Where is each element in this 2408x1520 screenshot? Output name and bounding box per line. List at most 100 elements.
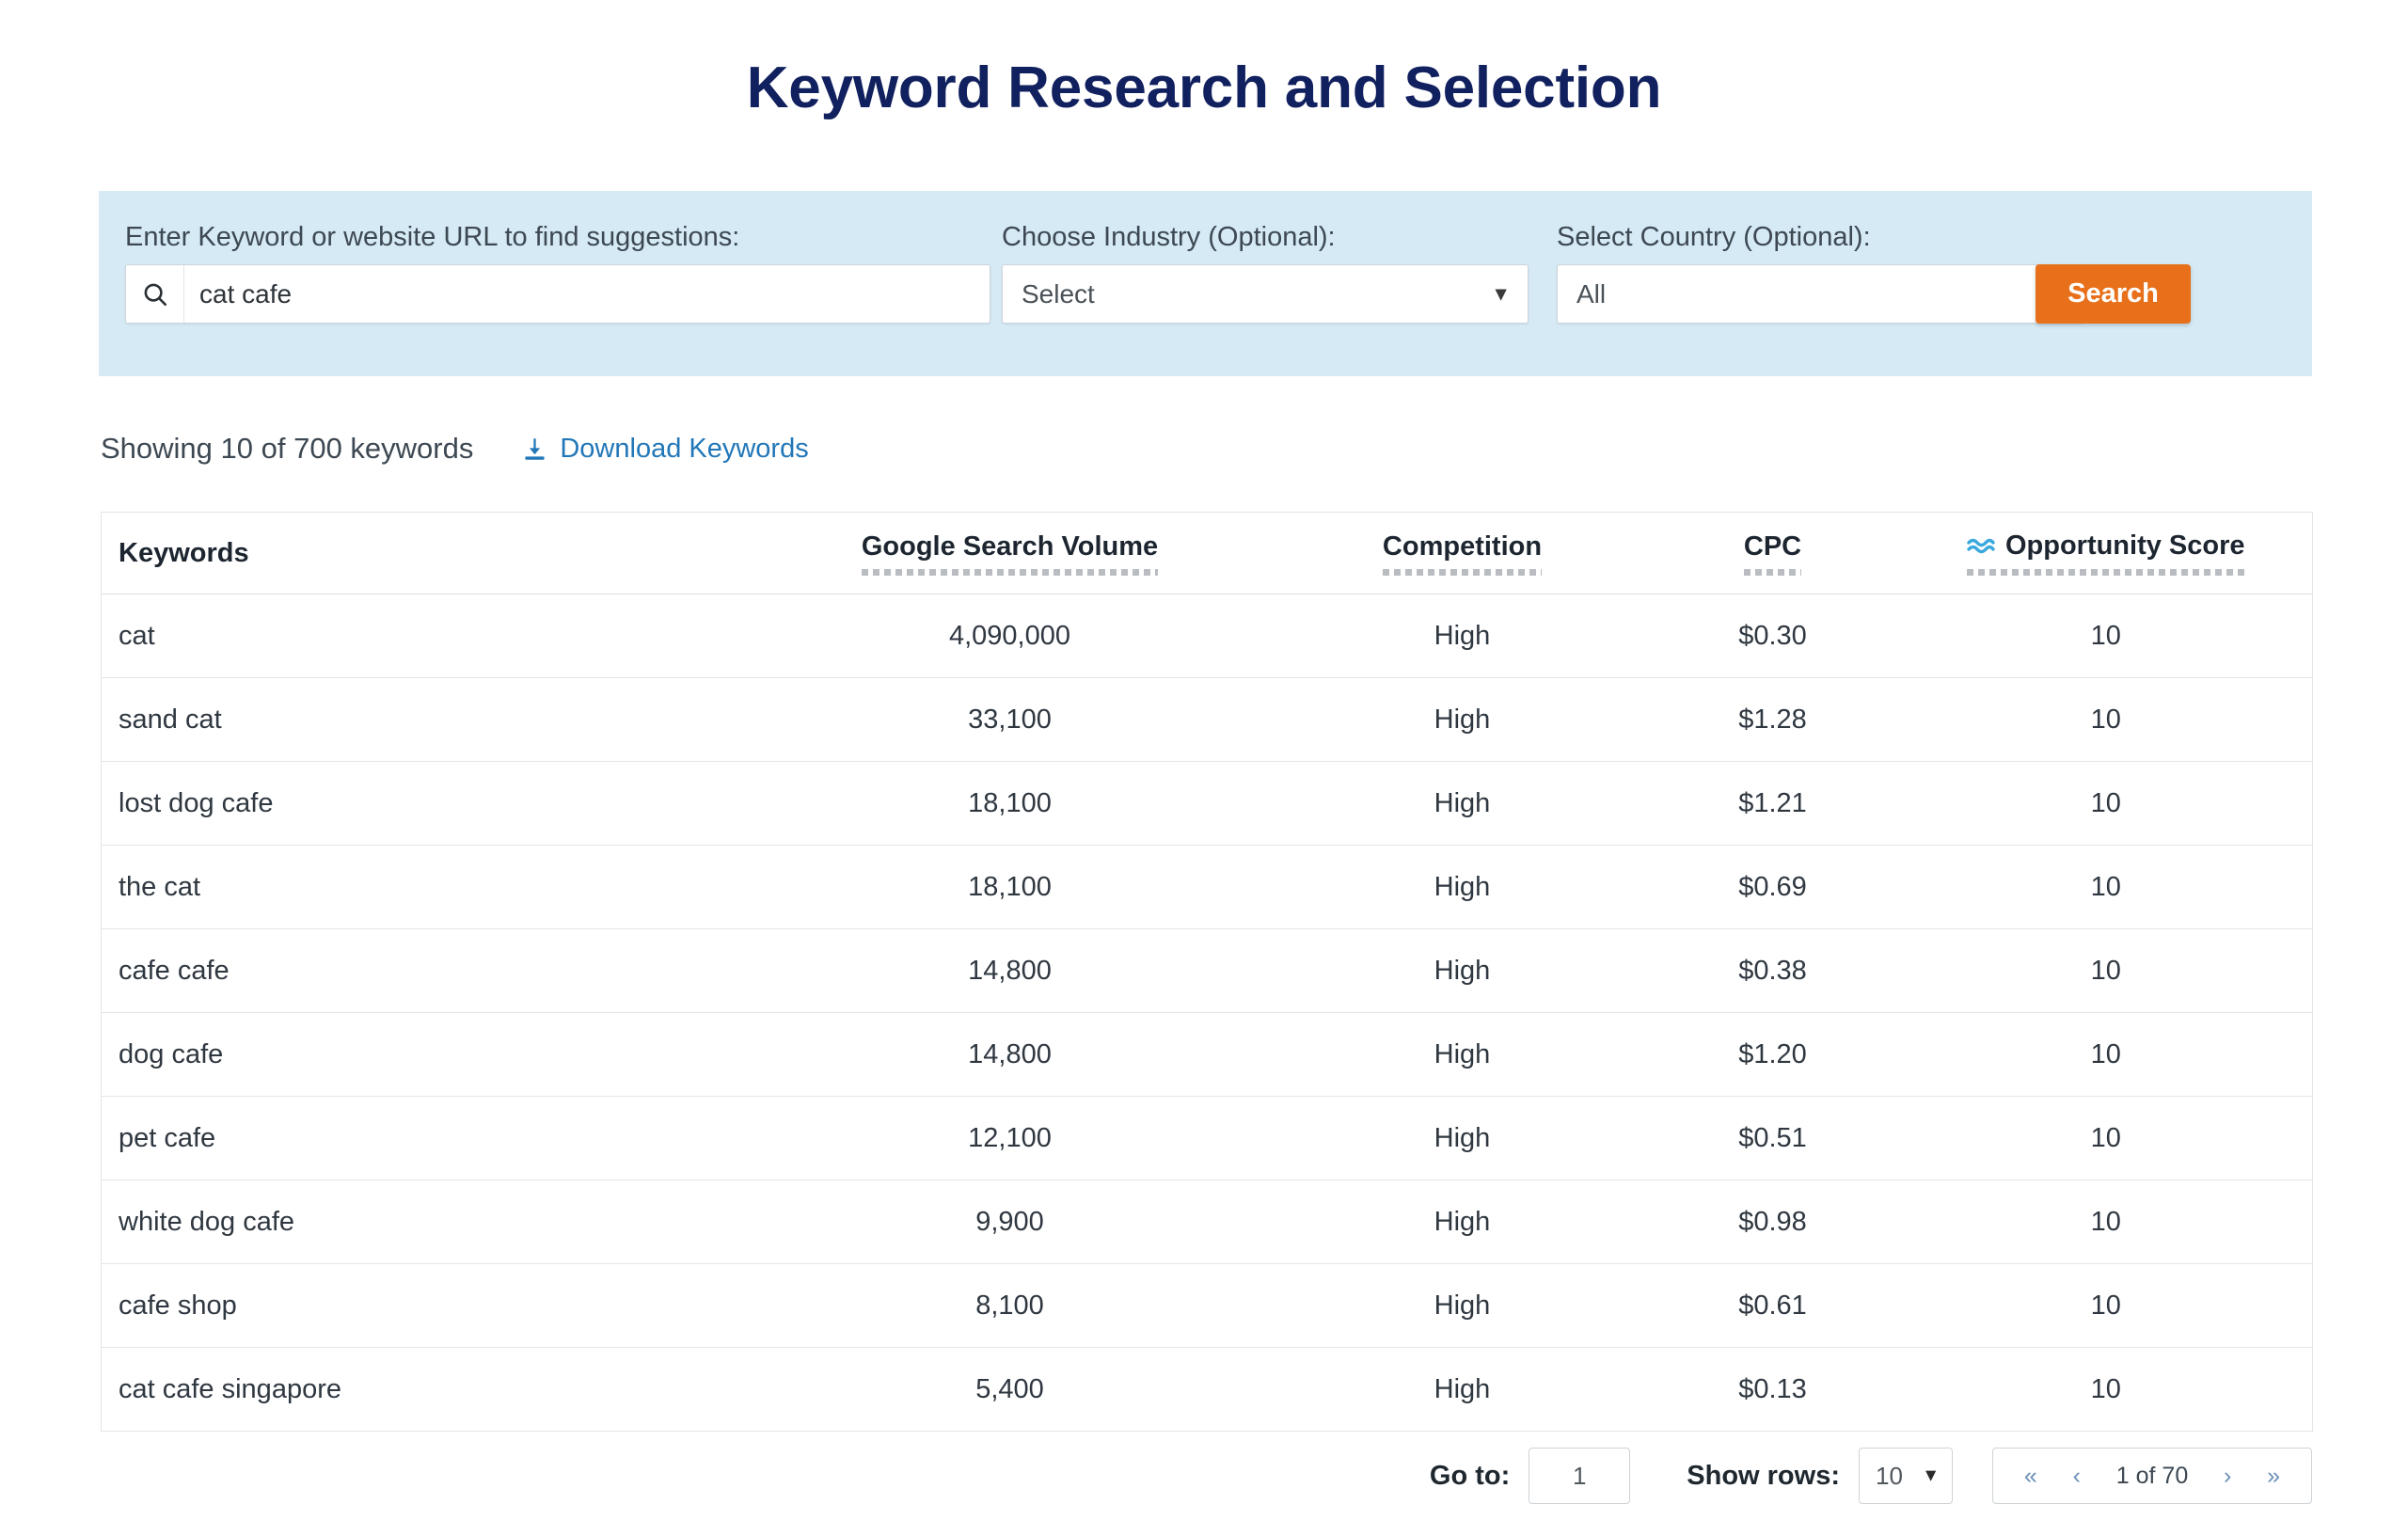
cell-volume: 33,100 xyxy=(741,678,1279,762)
last-page-button[interactable]: » xyxy=(2267,1465,2280,1488)
cell-volume: 5,400 xyxy=(741,1348,1279,1432)
cell-cpc: $1.21 xyxy=(1646,762,1900,846)
wave-icon xyxy=(1967,536,1995,555)
table-row[interactable]: sand cat33,100High$1.2810 xyxy=(102,678,2313,762)
cell-opportunity-score: 10 xyxy=(1900,594,2313,678)
cell-volume: 18,100 xyxy=(741,762,1279,846)
cell-opportunity-score: 10 xyxy=(1900,929,2313,1013)
page-title: Keyword Research and Selection xyxy=(0,55,2408,121)
cell-keyword: cat cafe singapore xyxy=(102,1348,741,1432)
cell-cpc: $0.30 xyxy=(1646,594,1900,678)
table-header: Keywords Google Search Volume Competitio… xyxy=(102,513,2313,594)
country-field-label: Select Country (Optional): xyxy=(1557,222,1871,253)
industry-field-label: Choose Industry (Optional): xyxy=(1002,222,1336,253)
keyword-input-group xyxy=(125,264,990,324)
keyword-field-label: Enter Keyword or website URL to find sug… xyxy=(125,222,739,253)
chevron-down-icon: ▼ xyxy=(1491,284,1511,304)
search-panel: Enter Keyword or website URL to find sug… xyxy=(99,191,2312,376)
cell-keyword: the cat xyxy=(102,846,741,929)
sort-indicator xyxy=(1967,569,2245,576)
download-keywords-link[interactable]: Download Keywords xyxy=(522,434,808,465)
sort-indicator xyxy=(862,569,1158,576)
cell-competition: High xyxy=(1279,1097,1646,1180)
country-select-value: All xyxy=(1558,279,1606,309)
first-page-button[interactable]: « xyxy=(2024,1465,2037,1488)
cell-keyword: dog cafe xyxy=(102,1013,741,1097)
goto-label: Go to: xyxy=(1430,1461,1510,1492)
cell-cpc: $0.13 xyxy=(1646,1348,1900,1432)
search-icon xyxy=(126,265,184,323)
table-row[interactable]: the cat18,100High$0.6910 xyxy=(102,846,2313,929)
cell-opportunity-score: 10 xyxy=(1900,678,2313,762)
cell-opportunity-score: 10 xyxy=(1900,1013,2313,1097)
column-header-label: Google Search Volume xyxy=(862,531,1158,562)
table-row[interactable]: cat4,090,000High$0.3010 xyxy=(102,594,2313,678)
cell-opportunity-score: 10 xyxy=(1900,846,2313,929)
cell-volume: 9,900 xyxy=(741,1180,1279,1264)
table-row[interactable]: lost dog cafe18,100High$1.2110 xyxy=(102,762,2313,846)
table-row[interactable]: cafe shop8,100High$0.6110 xyxy=(102,1264,2313,1348)
country-field-control: All ▼ xyxy=(1557,264,2083,324)
column-header-label: Keywords xyxy=(119,538,249,568)
cell-volume: 8,100 xyxy=(741,1264,1279,1348)
table-row[interactable]: dog cafe14,800High$1.2010 xyxy=(102,1013,2313,1097)
column-header-label: CPC xyxy=(1744,531,1801,562)
cell-competition: High xyxy=(1279,1013,1646,1097)
column-header-cpc[interactable]: CPC xyxy=(1646,513,1900,594)
cell-keyword: white dog cafe xyxy=(102,1180,741,1264)
cell-keyword: cat xyxy=(102,594,741,678)
cell-competition: High xyxy=(1279,1348,1646,1432)
pagination-controls: « ‹ 1 of 70 › » xyxy=(1992,1448,2312,1504)
sort-indicator xyxy=(1744,569,1801,576)
column-header-competition[interactable]: Competition xyxy=(1279,513,1646,594)
download-icon xyxy=(522,436,547,462)
cell-opportunity-score: 10 xyxy=(1900,1180,2313,1264)
page-info: 1 of 70 xyxy=(2116,1463,2188,1490)
download-keywords-label: Download Keywords xyxy=(560,434,808,465)
cell-opportunity-score: 10 xyxy=(1900,1097,2313,1180)
table-footer: Go to: Show rows: 10 ▼ « ‹ 1 of 70 › » xyxy=(101,1447,2312,1505)
column-header-label: Competition xyxy=(1383,531,1542,562)
cell-volume: 14,800 xyxy=(741,1013,1279,1097)
cell-cpc: $0.69 xyxy=(1646,846,1900,929)
table-body: cat4,090,000High$0.3010sand cat33,100Hig… xyxy=(102,594,2313,1432)
cell-keyword: lost dog cafe xyxy=(102,762,741,846)
cell-keyword: pet cafe xyxy=(102,1097,741,1180)
search-button[interactable]: Search xyxy=(2036,264,2191,324)
cell-cpc: $0.98 xyxy=(1646,1180,1900,1264)
cell-cpc: $0.51 xyxy=(1646,1097,1900,1180)
table-row[interactable]: cafe cafe14,800High$0.3810 xyxy=(102,929,2313,1013)
next-page-button[interactable]: › xyxy=(2224,1465,2231,1488)
column-header-label: Opportunity Score xyxy=(2005,530,2245,562)
cell-keyword: cafe shop xyxy=(102,1264,741,1348)
show-rows-select[interactable]: 10 ▼ xyxy=(1859,1448,1953,1504)
prev-page-button[interactable]: ‹ xyxy=(2073,1465,2081,1488)
column-header-google-search-volume[interactable]: Google Search Volume xyxy=(741,513,1279,594)
cell-cpc: $0.38 xyxy=(1646,929,1900,1013)
cell-competition: High xyxy=(1279,1180,1646,1264)
column-header-opportunity-score[interactable]: Opportunity Score xyxy=(1900,513,2313,594)
cell-cpc: $1.20 xyxy=(1646,1013,1900,1097)
cell-competition: High xyxy=(1279,594,1646,678)
cell-cpc: $1.28 xyxy=(1646,678,1900,762)
keyword-field-control xyxy=(125,264,990,324)
cell-competition: High xyxy=(1279,929,1646,1013)
cell-keyword: cafe cafe xyxy=(102,929,741,1013)
cell-cpc: $0.61 xyxy=(1646,1264,1900,1348)
table-row[interactable]: cat cafe singapore5,400High$0.1310 xyxy=(102,1348,2313,1432)
sort-indicator xyxy=(1383,569,1542,576)
search-input[interactable] xyxy=(184,265,990,323)
goto-page-input[interactable] xyxy=(1529,1448,1630,1504)
cell-competition: High xyxy=(1279,762,1646,846)
cell-keyword: sand cat xyxy=(102,678,741,762)
cell-competition: High xyxy=(1279,846,1646,929)
table-row[interactable]: pet cafe12,100High$0.5110 xyxy=(102,1097,2313,1180)
cell-opportunity-score: 10 xyxy=(1900,1264,2313,1348)
cell-volume: 18,100 xyxy=(741,846,1279,929)
country-select[interactable]: All ▼ xyxy=(1557,264,2083,324)
showing-count-text: Showing 10 of 700 keywords xyxy=(101,432,473,466)
column-header-keywords[interactable]: Keywords xyxy=(102,513,741,594)
cell-volume: 14,800 xyxy=(741,929,1279,1013)
table-row[interactable]: white dog cafe9,900High$0.9810 xyxy=(102,1180,2313,1264)
industry-select[interactable]: Select ▼ xyxy=(1002,264,1529,324)
